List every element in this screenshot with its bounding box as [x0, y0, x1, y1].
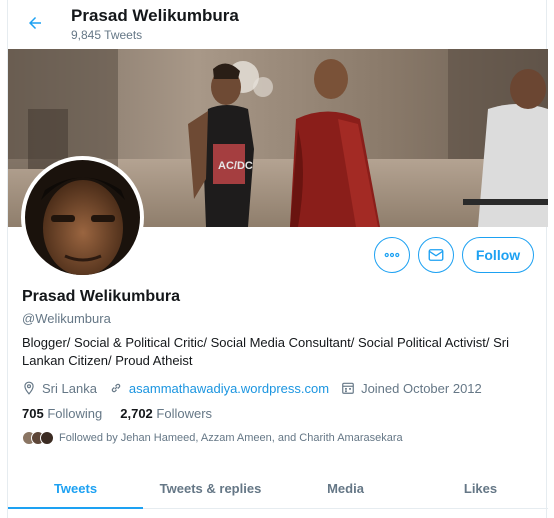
avatar[interactable]	[21, 156, 144, 279]
arrow-left-icon	[29, 17, 41, 29]
more-options-button[interactable]	[374, 237, 410, 273]
tab-tweets[interactable]: Tweets	[8, 469, 143, 509]
profile-tabs: Tweets Tweets & replies Media Likes	[8, 469, 548, 509]
link-icon	[111, 383, 121, 393]
back-button[interactable]	[22, 10, 48, 36]
header-title: Prasad Welikumbura	[71, 6, 239, 25]
location-text: Sri Lanka	[42, 380, 97, 396]
profile-bio: Blogger/ Social & Political Critic/ Soci…	[22, 335, 509, 368]
tab-likes[interactable]: Likes	[413, 469, 548, 508]
profile-handle: @Welikumbura	[22, 311, 111, 326]
profile-name: Prasad Welikumbura	[22, 288, 180, 305]
calendar-icon	[342, 382, 354, 394]
join-date-text: Joined October 2012	[361, 380, 482, 396]
avatar-photo	[25, 160, 140, 275]
followers-label: Followers	[156, 406, 213, 421]
profile-page: Prasad Welikumbura 9,845 Tweets AC/DC Fo…	[7, 0, 548, 518]
followed-by-text: Followed by Jehan Hameed, Azzam Ameen, a…	[59, 432, 403, 444]
following-label: Following	[47, 406, 103, 421]
mutual-avatar	[40, 431, 54, 445]
followed-by[interactable]: Followed by Jehan Hameed, Azzam Ameen, a…	[22, 431, 403, 445]
message-button[interactable]	[418, 237, 454, 273]
location-pin-icon	[24, 381, 34, 395]
tab-tweets-replies[interactable]: Tweets & replies	[143, 469, 278, 508]
join-date: Joined October 2012	[341, 381, 482, 396]
follow-stats: 705 Following 2,702 Followers	[22, 406, 230, 421]
tweet-count: 9,845 Tweets	[71, 28, 143, 42]
more-icon	[384, 252, 400, 258]
tab-media[interactable]: Media	[278, 469, 413, 508]
followers-count: 2,702	[120, 406, 153, 421]
following-count: 705	[22, 406, 44, 421]
website: asammathawadiya.wordpress.com	[109, 381, 329, 396]
location: Sri Lanka	[22, 381, 97, 396]
profile-header: Prasad Welikumbura 9,845 Tweets	[8, 0, 548, 48]
profile-meta: Sri Lanka asammathawadiya.wordpress.com …	[22, 379, 494, 397]
followers-link[interactable]: 2,702 Followers	[120, 406, 212, 421]
svg-text:AC/DC: AC/DC	[218, 160, 253, 172]
following-link[interactable]: 705 Following	[22, 406, 102, 421]
mutual-avatars	[22, 431, 54, 445]
envelope-icon	[428, 249, 444, 261]
follow-button[interactable]: Follow	[462, 237, 534, 273]
website-link[interactable]: asammathawadiya.wordpress.com	[129, 381, 329, 396]
